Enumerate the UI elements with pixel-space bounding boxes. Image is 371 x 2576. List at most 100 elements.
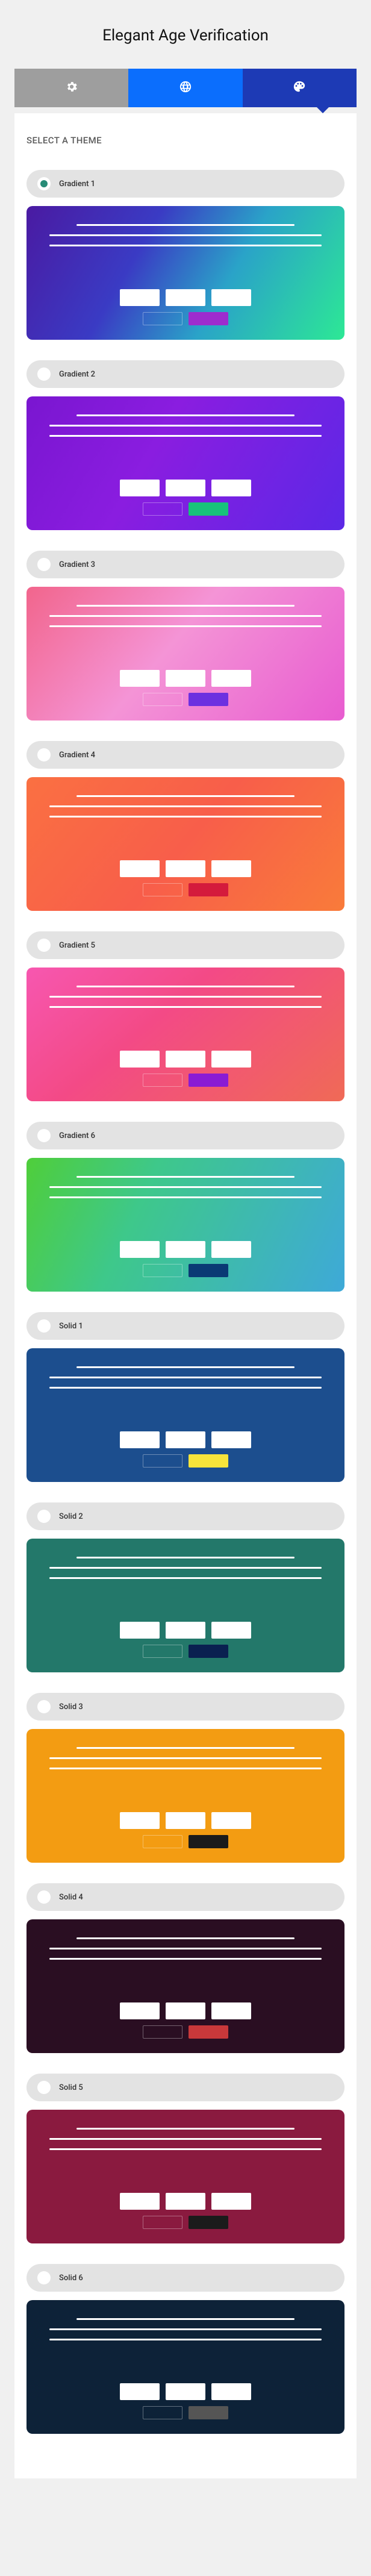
theme-option-solid-3[interactable]: Solid 3 xyxy=(26,1693,344,1721)
radio-solid-2[interactable] xyxy=(37,1510,51,1523)
preview-button-outline xyxy=(143,502,182,516)
preview-lines xyxy=(49,795,322,818)
theme-preview-gradient-3[interactable] xyxy=(26,587,344,721)
theme-preview-solid-3[interactable] xyxy=(26,1729,344,1863)
preview-button-outline xyxy=(143,2216,182,2229)
theme-label: Gradient 4 xyxy=(59,751,95,760)
theme-label: Solid 2 xyxy=(59,1512,83,1521)
theme-preview-solid-2[interactable] xyxy=(26,1539,344,1672)
radio-solid-1[interactable] xyxy=(37,1319,51,1333)
theme-option-gradient-1[interactable]: Gradient 1 xyxy=(26,170,344,198)
preview-inputs xyxy=(49,2193,322,2210)
preview-button-outline xyxy=(143,2025,182,2039)
preview-inputs xyxy=(49,2383,322,2400)
preview-input xyxy=(120,1622,160,1639)
theme-option-solid-5[interactable]: Solid 5 xyxy=(26,2074,344,2101)
preview-line xyxy=(76,1176,295,1178)
theme-preview-solid-1[interactable] xyxy=(26,1348,344,1482)
preview-line xyxy=(76,1366,295,1368)
tab-theme[interactable] xyxy=(243,69,357,107)
theme-preview-gradient-6[interactable] xyxy=(26,1158,344,1292)
theme-preview-gradient-4[interactable] xyxy=(26,777,344,911)
preview-line xyxy=(49,435,322,437)
preview-line xyxy=(76,414,295,416)
theme-option-solid-4[interactable]: Solid 4 xyxy=(26,1883,344,1911)
preview-button-solid xyxy=(189,1264,228,1277)
preview-input xyxy=(166,2193,205,2210)
theme-option-solid-6[interactable]: Solid 6 xyxy=(26,2264,344,2292)
preview-line xyxy=(49,1186,322,1188)
preview-lines xyxy=(49,605,322,627)
theme-option-solid-1[interactable]: Solid 1 xyxy=(26,1312,344,1340)
preview-line xyxy=(49,425,322,427)
theme-preview-gradient-5[interactable] xyxy=(26,968,344,1101)
radio-gradient-3[interactable] xyxy=(37,558,51,571)
preview-line xyxy=(49,1768,322,1769)
preview-lines xyxy=(49,2318,322,2340)
radio-gradient-2[interactable] xyxy=(37,367,51,381)
radio-gradient-1[interactable] xyxy=(37,177,51,190)
preview-inputs xyxy=(49,1812,322,1829)
radio-solid-3[interactable] xyxy=(37,1700,51,1713)
preview-line xyxy=(49,234,322,236)
preview-input xyxy=(166,1622,205,1639)
preview-inputs xyxy=(49,1431,322,1448)
radio-gradient-5[interactable] xyxy=(37,939,51,952)
theme-label: Gradient 3 xyxy=(59,560,95,569)
preview-line xyxy=(76,986,295,987)
theme-label: Solid 1 xyxy=(59,1322,83,1331)
preview-buttons xyxy=(49,2406,322,2419)
theme-option-solid-2[interactable]: Solid 2 xyxy=(26,1502,344,1530)
theme-preview-solid-5[interactable] xyxy=(26,2110,344,2243)
radio-gradient-4[interactable] xyxy=(37,748,51,761)
preview-line xyxy=(76,795,295,797)
preview-line xyxy=(49,2328,322,2330)
theme-preview-solid-6[interactable] xyxy=(26,2300,344,2434)
preview-lines xyxy=(49,1937,322,1960)
preview-buttons xyxy=(49,2025,322,2039)
preview-button-outline xyxy=(143,1454,182,1468)
preview-button-outline xyxy=(143,1645,182,1658)
tab-region[interactable] xyxy=(128,69,242,107)
preview-line xyxy=(49,1757,322,1759)
preview-buttons xyxy=(49,1645,322,1658)
preview-line xyxy=(76,2318,295,2320)
preview-line xyxy=(76,224,295,226)
theme-option-gradient-3[interactable]: Gradient 3 xyxy=(26,551,344,578)
radio-solid-4[interactable] xyxy=(37,1890,51,1904)
theme-label: Solid 5 xyxy=(59,2083,83,2092)
preview-input xyxy=(211,1622,251,1639)
theme-label: Gradient 1 xyxy=(59,180,95,189)
preview-input xyxy=(211,2383,251,2400)
theme-option-gradient-6[interactable]: Gradient 6 xyxy=(26,1122,344,1149)
page-title: Elegant Age Verification xyxy=(14,27,357,45)
theme-option-gradient-4[interactable]: Gradient 4 xyxy=(26,741,344,769)
preview-line xyxy=(49,2138,322,2140)
preview-lines xyxy=(49,2128,322,2150)
preview-button-solid xyxy=(189,502,228,516)
preview-input xyxy=(211,860,251,877)
preview-input xyxy=(166,1812,205,1829)
preview-inputs xyxy=(49,670,322,687)
theme-preview-gradient-2[interactable] xyxy=(26,396,344,530)
preview-button-outline xyxy=(143,693,182,706)
radio-gradient-6[interactable] xyxy=(37,1129,51,1142)
preview-line xyxy=(49,2339,322,2340)
theme-preview-solid-4[interactable] xyxy=(26,1919,344,2053)
tab-settings[interactable] xyxy=(14,69,128,107)
theme-preview-gradient-1[interactable] xyxy=(26,206,344,340)
preview-inputs xyxy=(49,2002,322,2019)
radio-solid-6[interactable] xyxy=(37,2271,51,2284)
theme-option-gradient-5[interactable]: Gradient 5 xyxy=(26,931,344,959)
theme-panel: SELECT A THEME Gradient 1Gradient 2Gradi… xyxy=(14,113,357,2478)
preview-buttons xyxy=(49,1454,322,1468)
preview-line xyxy=(76,2128,295,2130)
preview-input xyxy=(211,1431,251,1448)
preview-button-outline xyxy=(143,883,182,896)
preview-lines xyxy=(49,1176,322,1198)
radio-solid-5[interactable] xyxy=(37,2081,51,2094)
theme-option-gradient-2[interactable]: Gradient 2 xyxy=(26,360,344,388)
preview-line xyxy=(49,1577,322,1579)
globe-icon xyxy=(179,80,192,96)
preview-line xyxy=(49,615,322,617)
